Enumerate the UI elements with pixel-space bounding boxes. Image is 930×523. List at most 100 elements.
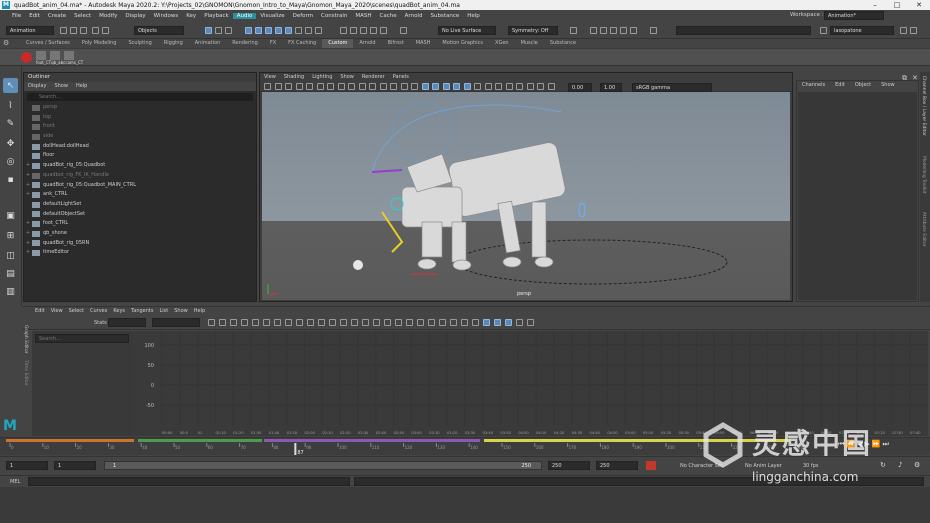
- exposure-field[interactable]: 0.00: [568, 83, 592, 92]
- shelf-settings-icon[interactable]: ⚙: [3, 40, 15, 47]
- graph-menu-item[interactable]: Show: [171, 307, 191, 316]
- pick-mask-6-icon[interactable]: [295, 27, 302, 34]
- graph-tool-icon[interactable]: [307, 319, 314, 326]
- outliner-item[interactable]: + ank_CTRL: [24, 190, 256, 200]
- viewport-tool-icon[interactable]: [411, 83, 418, 90]
- graph-tool-icon[interactable]: [483, 319, 490, 326]
- layout-four-icon[interactable]: ⊞: [3, 228, 18, 243]
- move-tool-icon[interactable]: ✥: [3, 136, 18, 151]
- menu-help[interactable]: Help: [463, 13, 484, 19]
- graph-menu-item[interactable]: List: [156, 307, 171, 316]
- graph-tool-icon[interactable]: [439, 319, 446, 326]
- graph-tool-icon[interactable]: [384, 319, 391, 326]
- pick-mask-icon[interactable]: [245, 27, 252, 34]
- shelf-tab[interactable]: XGen: [489, 39, 515, 48]
- viewport-tool-icon[interactable]: [369, 83, 376, 90]
- viewport-menu-item[interactable]: Show: [336, 73, 358, 82]
- viewport-tool-icon[interactable]: [474, 83, 481, 90]
- menu-create[interactable]: Create: [44, 13, 70, 19]
- shelf-tab[interactable]: Sculpting: [122, 39, 157, 48]
- viewport-tool-icon[interactable]: [327, 83, 334, 90]
- viewport-tool-icon[interactable]: [274, 83, 282, 90]
- graph-menu-item[interactable]: Help: [191, 307, 208, 316]
- select-by-object-icon[interactable]: [215, 27, 222, 34]
- menu-select[interactable]: Select: [70, 13, 95, 19]
- layout-single-icon[interactable]: ▣: [3, 208, 18, 223]
- range-bar[interactable]: 1 250: [104, 461, 542, 470]
- viewport-tool-icon[interactable]: [379, 83, 387, 90]
- outliner-item[interactable]: persp: [24, 103, 256, 113]
- menu-modify[interactable]: Modify: [95, 13, 121, 19]
- stats-field-2[interactable]: [152, 318, 200, 327]
- graph-tool-icon[interactable]: [340, 319, 347, 326]
- gamma-field[interactable]: 1.00: [600, 83, 622, 92]
- live-surface-field[interactable]: No Live Surface: [438, 26, 496, 35]
- graph-tool-icon[interactable]: [516, 319, 523, 326]
- render-settings-icon[interactable]: [620, 27, 627, 34]
- toggle-sidebar-2-icon[interactable]: [910, 27, 917, 34]
- outliner-item[interactable]: front: [24, 122, 256, 132]
- menu-file[interactable]: File: [8, 13, 25, 19]
- outliner-item[interactable]: + quadBot_rig_05:Quadbot_MAIN_CTRL: [24, 181, 256, 191]
- graph-tool-icon[interactable]: [296, 319, 303, 326]
- input-line-field[interactable]: [676, 26, 811, 35]
- channel-box-menu-item[interactable]: Channels: [797, 81, 830, 90]
- graph-menu-item[interactable]: Edit: [32, 307, 48, 316]
- graph-tool-icon[interactable]: [219, 319, 226, 326]
- outliner-menu-item[interactable]: Display: [24, 82, 50, 91]
- viewport-menu-item[interactable]: Panels: [389, 73, 413, 82]
- graph-tool-icon[interactable]: [472, 319, 479, 326]
- viewport-tool-icon[interactable]: [547, 83, 555, 90]
- open-scene-icon[interactable]: [70, 27, 77, 34]
- menu-arnold[interactable]: Arnold: [401, 13, 427, 19]
- ipr-render-icon[interactable]: [610, 27, 617, 34]
- hypershade-icon[interactable]: [630, 27, 637, 34]
- graph-tool-icon[interactable]: [329, 319, 336, 326]
- select-mode-select[interactable]: Objects: [134, 26, 184, 35]
- menu-visualize[interactable]: Visualize: [256, 13, 288, 19]
- viewport-tool-icon[interactable]: [463, 83, 471, 90]
- shelf-tab[interactable]: FX Caching: [282, 39, 322, 48]
- outliner-item[interactable]: + timeEditor: [24, 248, 256, 258]
- viewport-tool-icon[interactable]: [306, 83, 313, 90]
- viewport-menu-item[interactable]: Shading: [280, 73, 308, 82]
- new-scene-icon[interactable]: [60, 27, 67, 34]
- graph-menu-item[interactable]: Keys: [110, 307, 128, 316]
- outliner-menu-item[interactable]: Show: [50, 82, 72, 91]
- end-time-field[interactable]: 250: [596, 461, 638, 470]
- graph-menu-item[interactable]: Tangents: [128, 307, 156, 316]
- make-live-icon[interactable]: [400, 27, 407, 34]
- menu-deform[interactable]: Deform: [289, 13, 317, 19]
- channel-box-menu-item[interactable]: Edit: [830, 81, 850, 90]
- tab-modelling-toolkit[interactable]: Modelling Toolkit: [921, 156, 926, 194]
- viewport-menu-item[interactable]: Lighting: [308, 73, 336, 82]
- arnold-render-icon[interactable]: [650, 27, 657, 34]
- snap-grid-icon[interactable]: [340, 27, 347, 34]
- tab-attribute-editor[interactable]: Attribute Editor: [921, 212, 926, 247]
- graph-tool-icon[interactable]: [527, 319, 534, 326]
- panel-close-icon[interactable]: ✕: [912, 74, 918, 82]
- maximize-button[interactable]: □: [886, 0, 908, 10]
- tab-time-editor[interactable]: Time Editor: [23, 360, 28, 386]
- shelf-tab[interactable]: Rigging: [158, 39, 189, 48]
- shelf-tab[interactable]: Substance: [544, 39, 582, 48]
- shelf-button-2-icon[interactable]: [50, 51, 60, 60]
- shelf-tab[interactable]: Custom: [322, 39, 354, 48]
- graph-tool-icon[interactable]: [274, 319, 281, 326]
- snap-curve-icon[interactable]: [350, 27, 357, 34]
- select-tool-icon[interactable]: ↖: [3, 78, 18, 93]
- graph-tool-icon[interactable]: [373, 319, 380, 326]
- viewport-tool-icon[interactable]: [421, 83, 429, 90]
- viewport-tool-icon[interactable]: [316, 83, 324, 90]
- tab-graph-editor[interactable]: Graph Editor: [23, 325, 28, 354]
- layout-outliner-icon[interactable]: ▤: [3, 266, 18, 281]
- graph-tool-icon[interactable]: [285, 319, 292, 326]
- viewport-scene[interactable]: persp: [262, 92, 790, 300]
- select-by-hierarchy-icon[interactable]: [205, 27, 212, 34]
- shelf-tab[interactable]: Poly Modeling: [76, 39, 123, 48]
- channel-box-menu-item[interactable]: Object: [850, 81, 876, 90]
- outliner-item[interactable]: defaultObjectSet: [24, 210, 256, 220]
- start-time-field[interactable]: 1: [6, 461, 48, 470]
- graph-tool-icon[interactable]: [263, 319, 270, 326]
- expand-icon[interactable]: +: [24, 190, 32, 200]
